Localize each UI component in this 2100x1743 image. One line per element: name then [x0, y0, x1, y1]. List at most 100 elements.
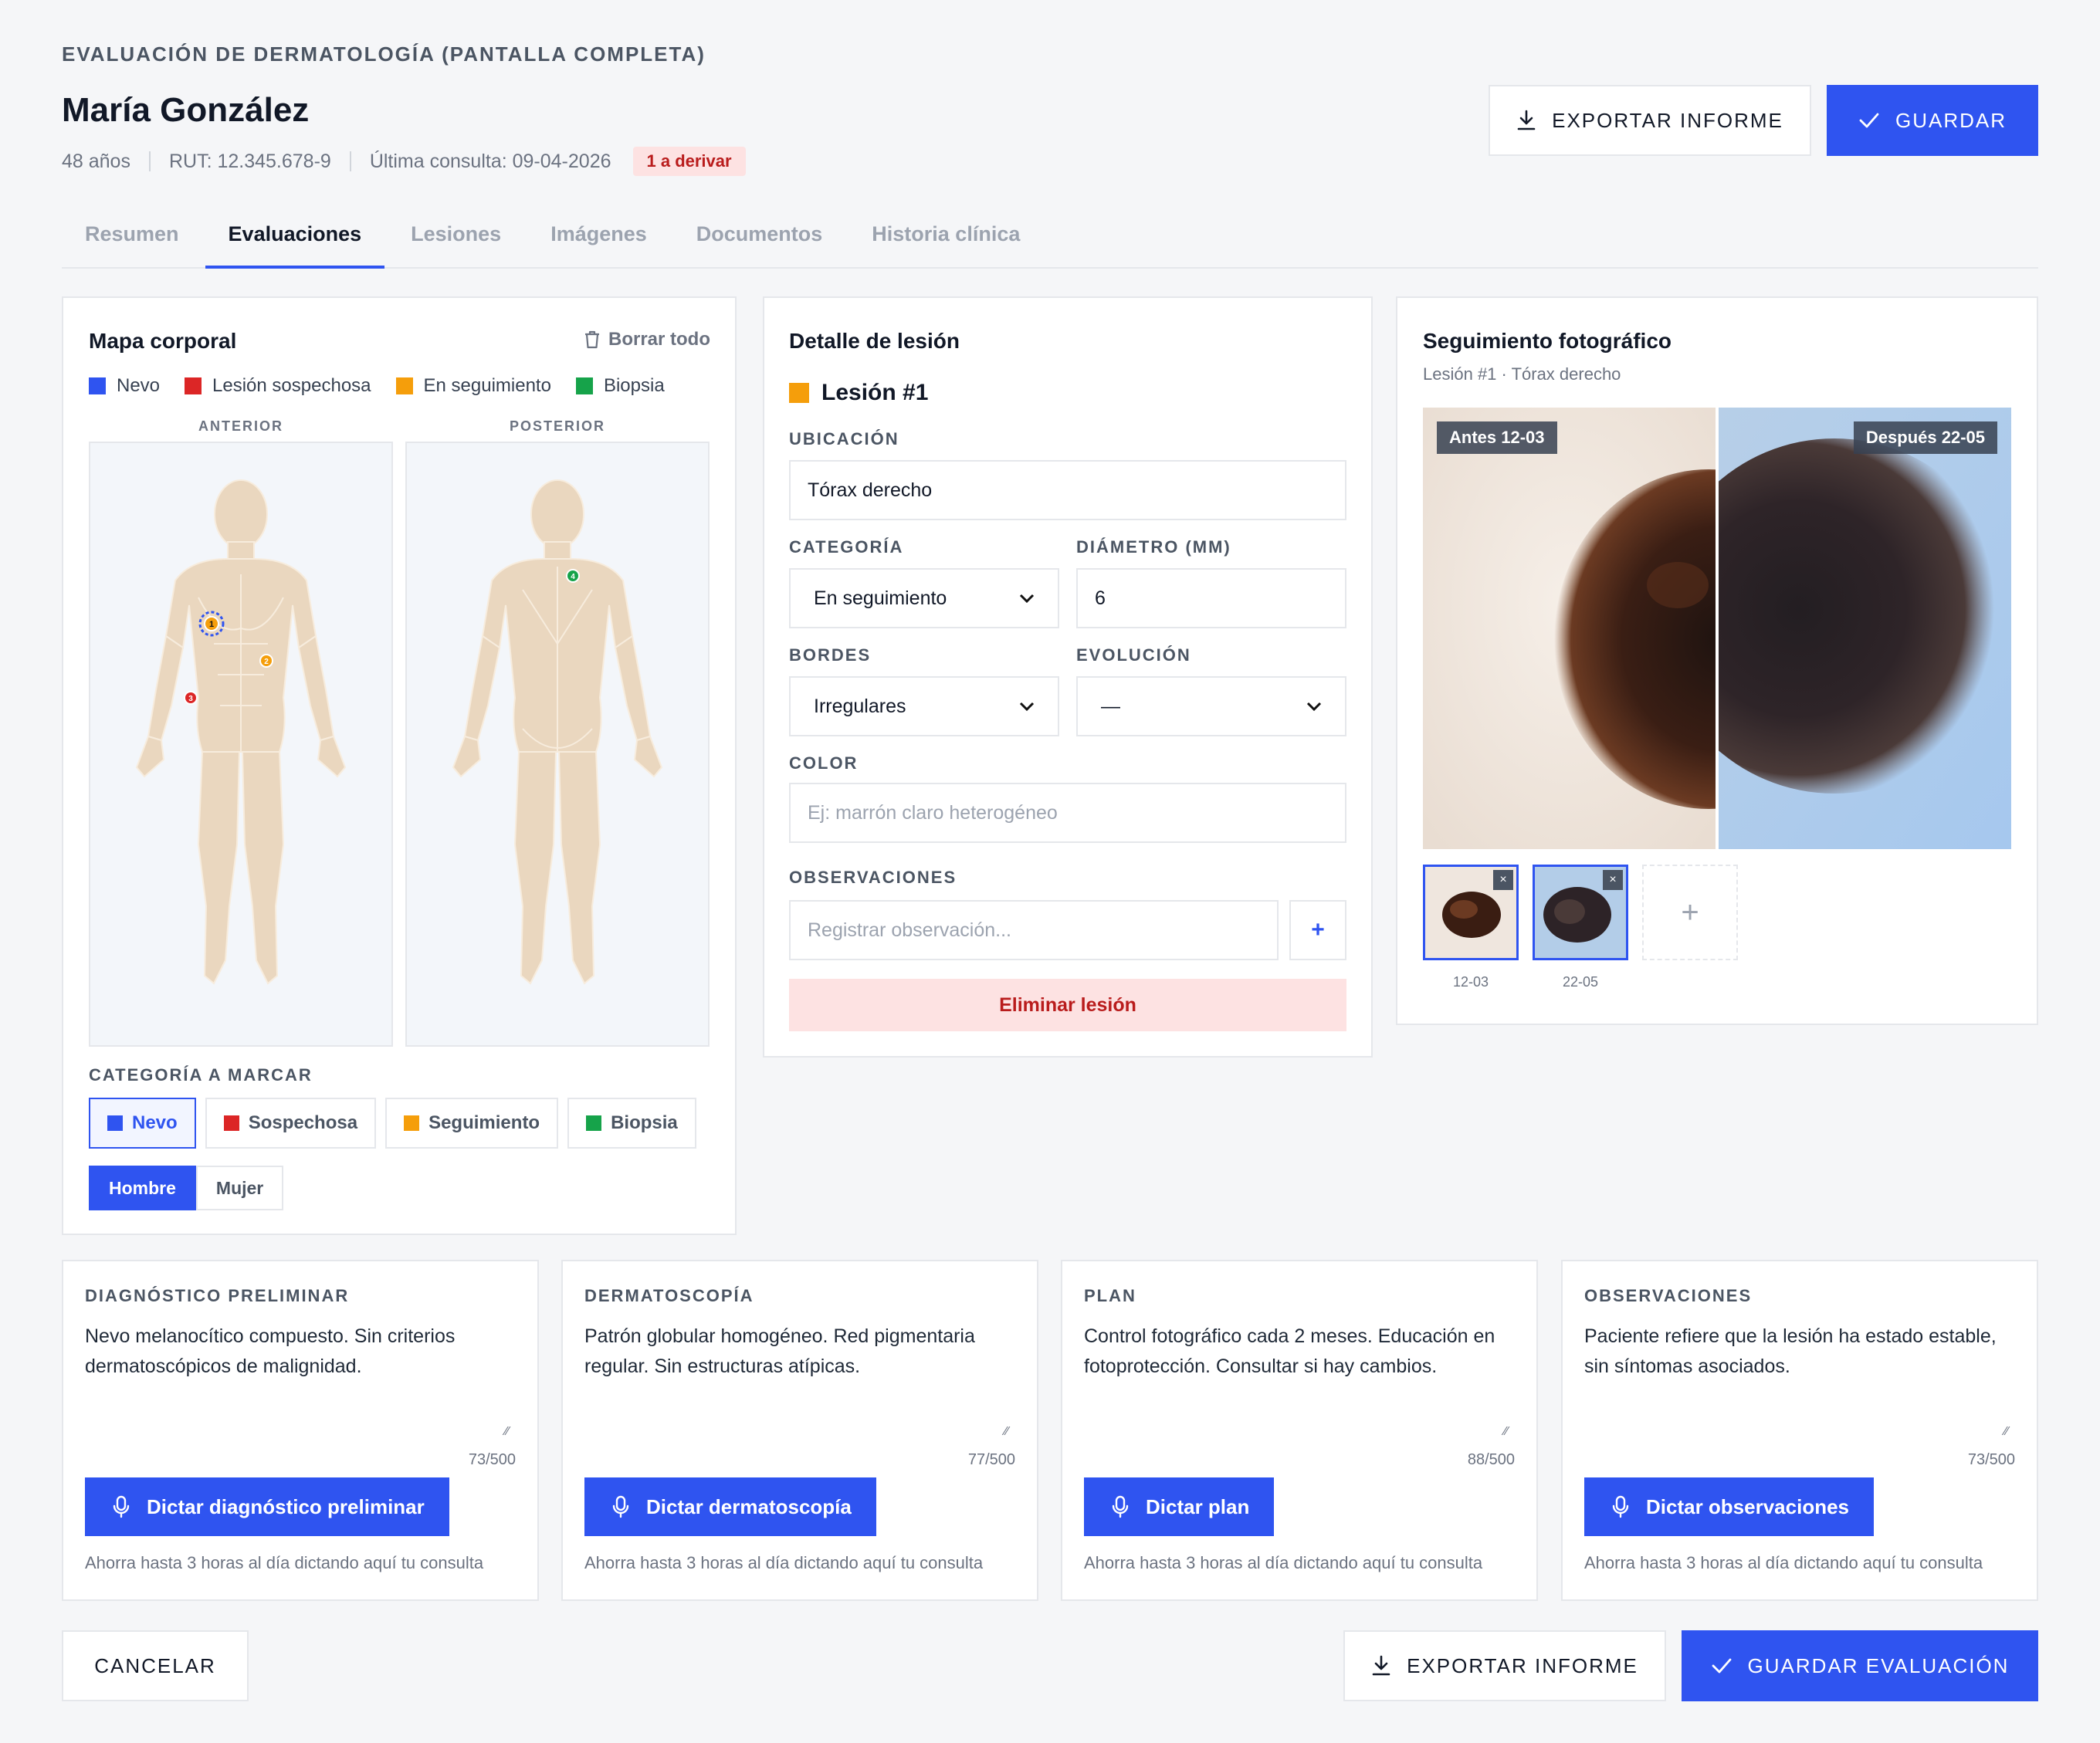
check-icon — [1712, 1658, 1731, 1674]
tab-resumen[interactable]: Resumen — [62, 208, 202, 269]
note-textarea[interactable]: Control fotográfico cada 2 meses. Educac… — [1084, 1322, 1516, 1382]
note-textarea[interactable]: Paciente refiere que la lesión ha estado… — [1584, 1322, 2017, 1382]
category-select[interactable]: En seguimiento — [789, 568, 1059, 628]
download-icon — [1517, 110, 1536, 130]
add-observation-button[interactable]: + — [1289, 900, 1346, 960]
char-counter: 77/500 — [967, 1451, 1015, 1468]
dictate-label: Dictar plan — [1146, 1494, 1250, 1518]
borders-select-value: Irregulares — [814, 695, 906, 717]
note-observaciones: OBSERVACIONES Paciente refiere que la le… — [1561, 1260, 2038, 1601]
legend-item: Nevo — [89, 375, 160, 397]
category-legend: Nevo Lesión sospechosa En seguimiento Bi… — [89, 375, 689, 397]
note-label: DIAGNÓSTICO PRELIMINAR — [85, 1286, 350, 1305]
observation-input[interactable]: Registrar observación... — [789, 900, 1279, 960]
thumbnail-after[interactable]: × — [1533, 865, 1628, 960]
after-tag: Después 22-05 — [1853, 421, 1997, 454]
resize-handle-icon[interactable]: ⁄⁄ — [2004, 1425, 2008, 1439]
tab-documentos[interactable]: Documentos — [673, 208, 846, 269]
tab-lesiones[interactable]: Lesiones — [388, 208, 524, 269]
sex-mujer-button[interactable]: Mujer — [195, 1166, 284, 1210]
clear-all-label: Borrar todo — [608, 329, 710, 350]
save-button[interactable]: GUARDAR — [1827, 85, 2038, 156]
tab-historia-clinica[interactable]: Historia clínica — [848, 208, 1043, 269]
marker-number: 3 — [188, 695, 193, 703]
before-tag: Antes 12-03 — [1437, 421, 1557, 454]
referral-badge: 1 a derivar — [632, 147, 746, 176]
thumbnail-date: 22-05 — [1562, 974, 1599, 990]
before-after-comparison[interactable]: Antes 12-03 Después 22-05 — [1423, 408, 2011, 849]
dictate-dermatoscopia-button[interactable]: Dictar dermatoscopía — [584, 1477, 876, 1536]
thumbnail-date: 12-03 — [1452, 974, 1489, 990]
evolution-select-value: — — [1101, 695, 1120, 717]
dictate-label: Dictar diagnóstico preliminar — [147, 1494, 425, 1518]
dictate-plan-button[interactable]: Dictar plan — [1084, 1477, 1275, 1536]
note-textarea[interactable]: Patrón globular homogéneo. Red pigmentar… — [584, 1322, 1017, 1382]
location-input[interactable]: Tórax derecho — [789, 460, 1346, 520]
evolution-label: EVOLUCIÓN — [1076, 645, 1191, 665]
patient-age: 48 años — [62, 150, 130, 172]
category-nevo-button[interactable]: Nevo — [89, 1098, 196, 1149]
marker-number: 4 — [571, 573, 575, 581]
microphone-icon — [113, 1495, 130, 1518]
section-tabs: Resumen Evaluaciones Lesiones Imágenes D… — [62, 208, 2038, 269]
photo-tracking-card: Seguimiento fotográfico Lesión #1 · Tóra… — [1396, 296, 2038, 1025]
anterior-view-label: ANTERIOR — [198, 418, 283, 434]
diameter-input[interactable]: 6 — [1076, 568, 1346, 628]
save-label: GUARDAR — [1895, 108, 2007, 132]
clear-all-button[interactable]: Borrar todo — [584, 329, 710, 350]
sex-hombre-button[interactable]: Hombre — [89, 1166, 196, 1210]
legend-label: Lesión sospechosa — [212, 375, 371, 396]
posterior-body-panel[interactable]: 4 — [405, 442, 710, 1047]
dictate-observaciones-button[interactable]: Dictar observaciones — [1584, 1477, 1875, 1536]
category-biopsia-button[interactable]: Biopsia — [567, 1098, 696, 1149]
legend-item: En seguimiento — [395, 375, 551, 397]
color-label: COLOR — [789, 753, 859, 773]
footer-export-report-button[interactable]: EXPORTAR INFORME — [1343, 1630, 1666, 1701]
borders-select[interactable]: Irregulares — [789, 676, 1059, 736]
cancel-button[interactable]: CANCELAR — [62, 1630, 249, 1701]
dictate-diagnostico-button[interactable]: Dictar diagnóstico preliminar — [85, 1477, 449, 1536]
chevron-down-icon — [1019, 702, 1035, 711]
note-plan: PLAN Control fotográfico cada 2 meses. E… — [1061, 1260, 1538, 1601]
legend-swatch — [395, 377, 413, 394]
microphone-icon — [1112, 1495, 1129, 1518]
delete-lesion-button[interactable]: Eliminar lesión — [789, 979, 1346, 1031]
resize-handle-icon[interactable]: ⁄⁄ — [1004, 1425, 1008, 1439]
export-report-label: EXPORTAR INFORME — [1552, 108, 1783, 132]
save-evaluation-button[interactable]: GUARDAR EVALUACIÓN — [1682, 1630, 2038, 1701]
posterior-view-label: POSTERIOR — [509, 418, 605, 434]
evolution-select[interactable]: — — [1076, 676, 1346, 736]
trash-icon — [585, 330, 599, 349]
category-seguimiento-button[interactable]: Seguimiento — [385, 1098, 559, 1149]
resize-handle-icon[interactable]: ⁄⁄ — [505, 1425, 509, 1439]
tab-evaluaciones[interactable]: Evaluaciones — [205, 208, 385, 269]
category-label: Nevo — [132, 1112, 178, 1133]
patient-rut: RUT: 12.345.678-9 — [168, 150, 331, 172]
remove-photo-button[interactable]: × — [1603, 870, 1623, 890]
footer-export-label: EXPORTAR INFORME — [1407, 1653, 1638, 1677]
category-sospechosa-button[interactable]: Sospechosa — [205, 1098, 377, 1149]
chevron-down-icon — [1306, 702, 1322, 711]
color-input[interactable]: Ej: marrón claro heterogéneo — [789, 783, 1346, 843]
export-report-button[interactable]: EXPORTAR INFORME — [1489, 85, 1811, 156]
category-swatch — [586, 1115, 602, 1131]
chevron-down-icon — [1019, 594, 1035, 603]
anterior-body-panel[interactable]: 1 2 3 — [89, 442, 393, 1047]
tab-imagenes[interactable]: Imágenes — [527, 208, 670, 269]
before-photo: Antes 12-03 — [1423, 408, 1716, 849]
add-photo-button[interactable]: + — [1642, 865, 1738, 960]
char-counter: 73/500 — [468, 1451, 516, 1468]
thumbnail-before[interactable]: × — [1423, 865, 1519, 960]
resize-handle-icon[interactable]: ⁄⁄ — [1504, 1425, 1508, 1439]
check-icon — [1859, 113, 1879, 128]
category-label: Seguimiento — [428, 1112, 540, 1133]
observations-label: OBSERVACIONES — [789, 868, 957, 887]
note-label: DERMATOSCOPÍA — [584, 1286, 754, 1305]
legend-label: En seguimiento — [423, 375, 551, 396]
note-textarea[interactable]: Nevo melanocítico compuesto. Sin criteri… — [85, 1322, 517, 1382]
microphone-icon — [612, 1495, 629, 1518]
diameter-label: DIÁMETRO (MM) — [1076, 537, 1231, 557]
lesion-color-swatch — [789, 383, 809, 403]
remove-photo-button[interactable]: × — [1493, 870, 1513, 890]
after-lesion-image — [1719, 408, 2011, 849]
